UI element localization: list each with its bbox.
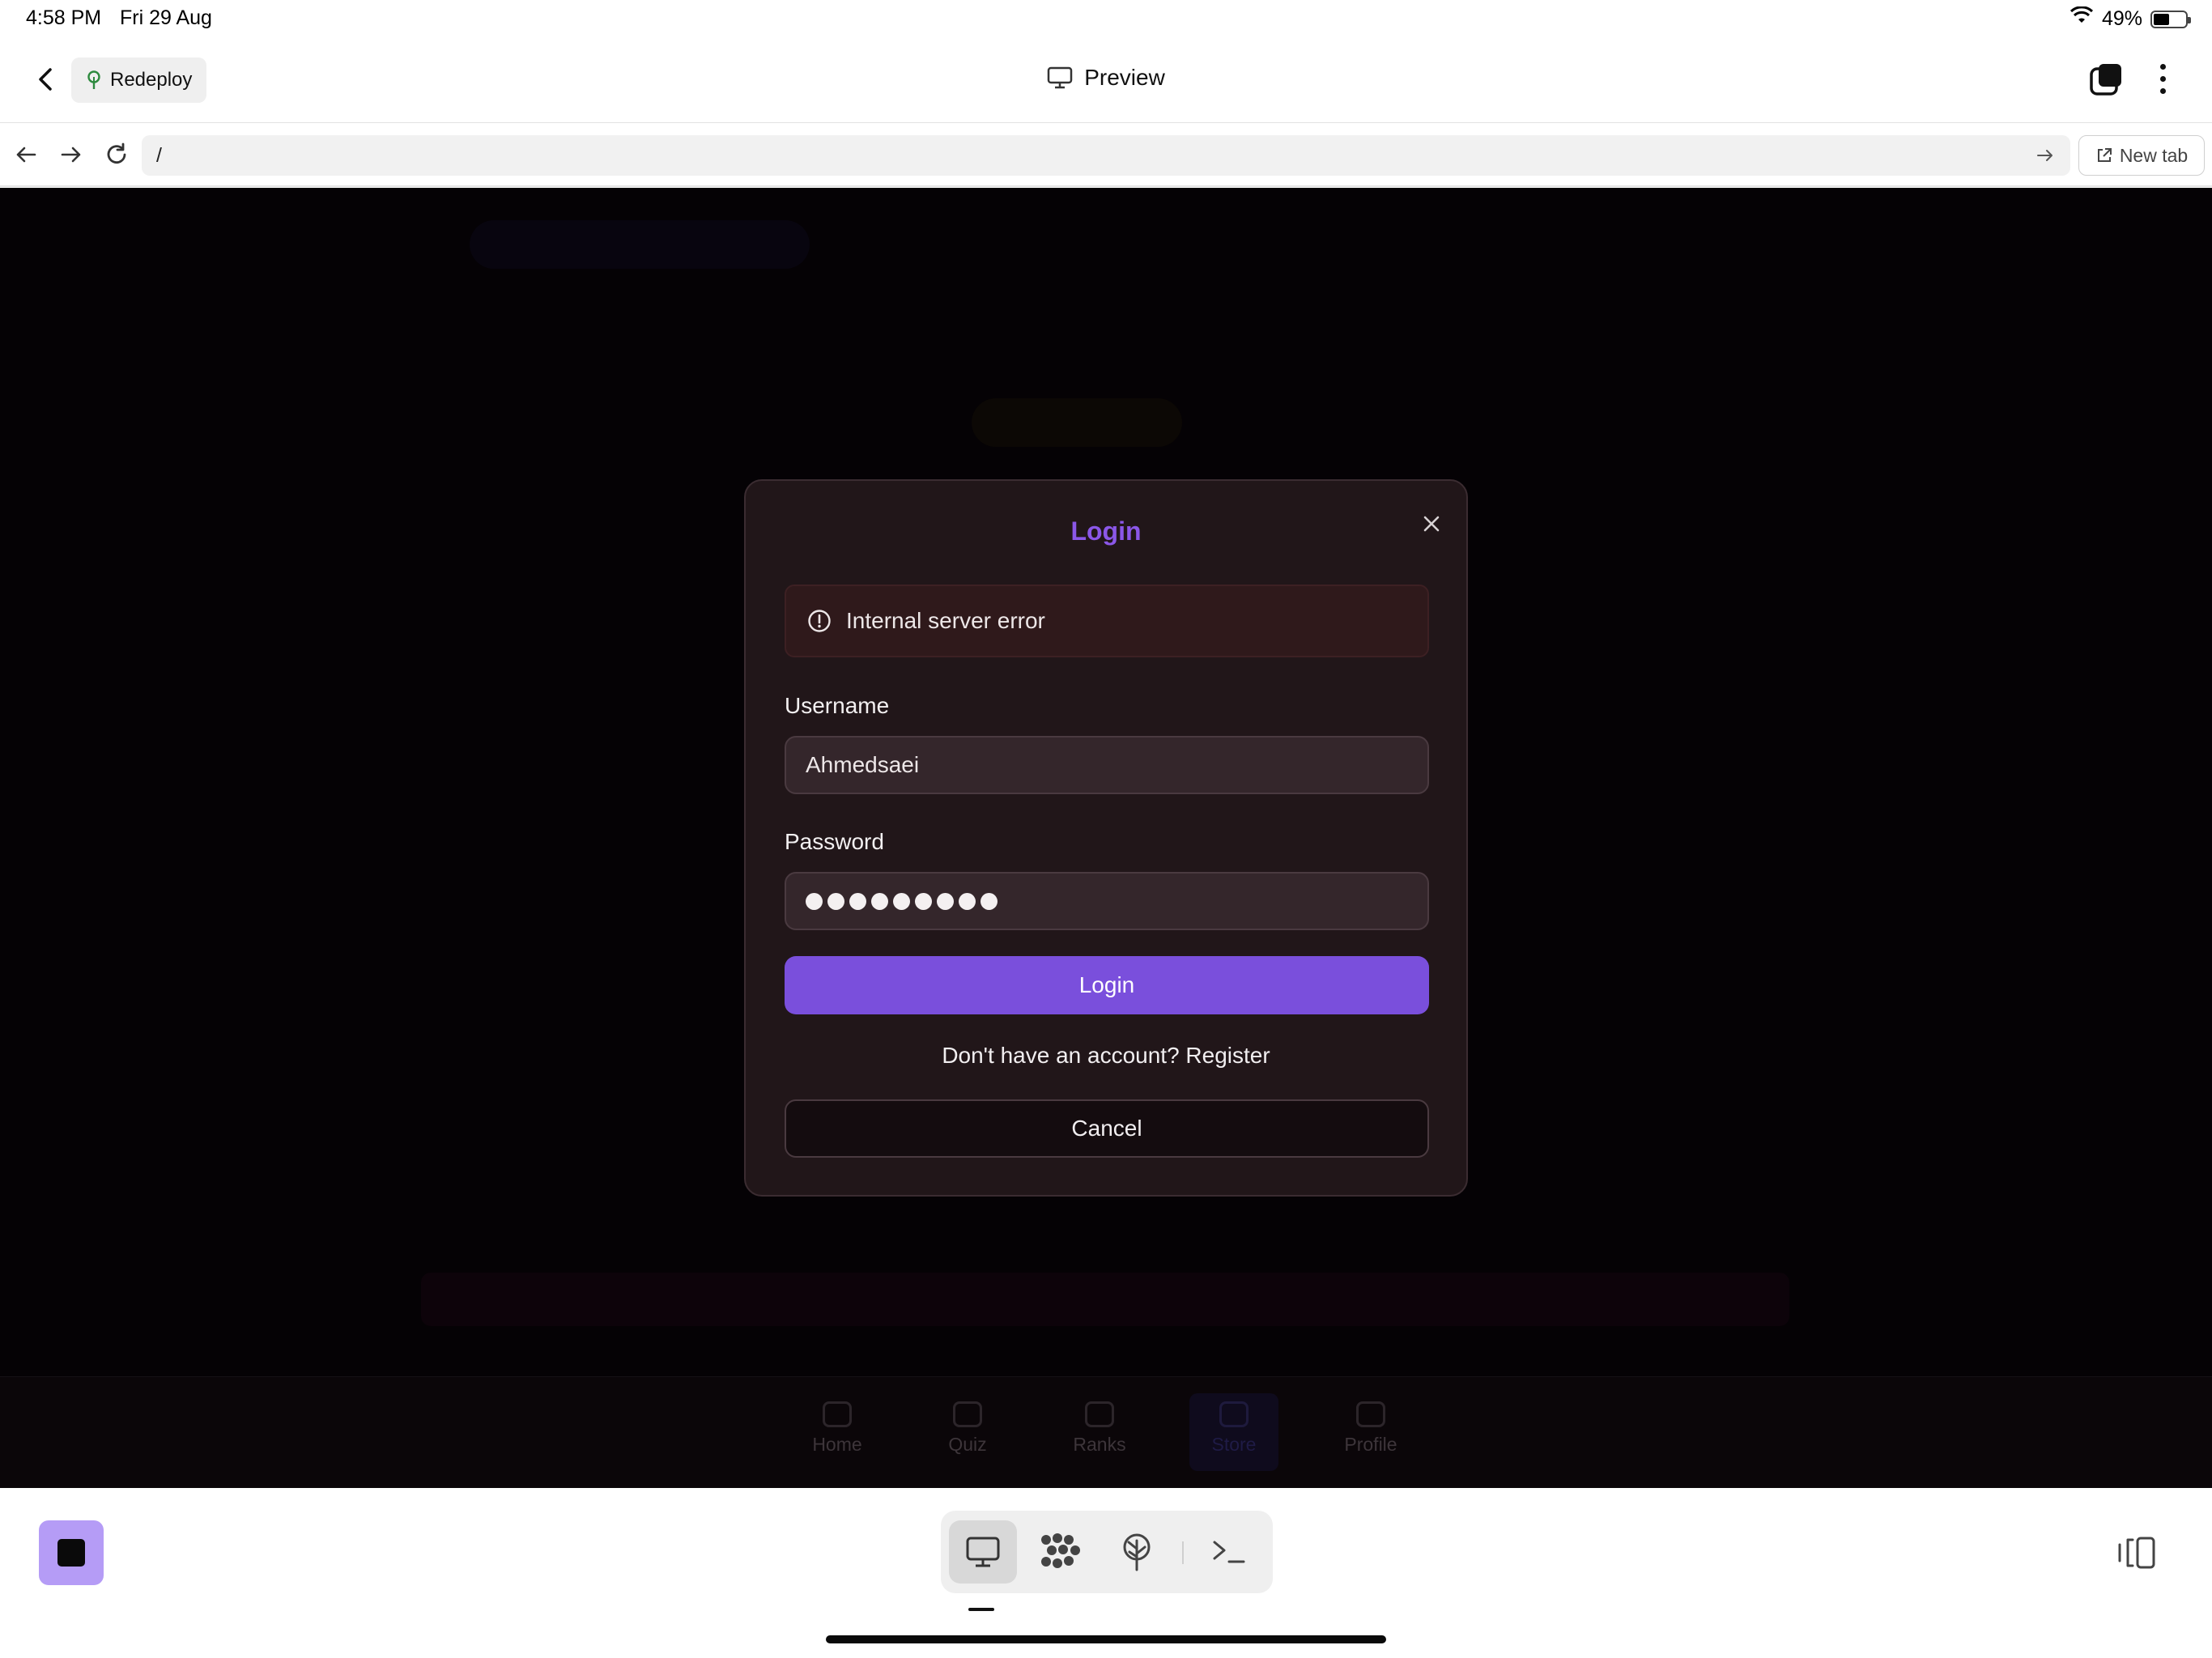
login-button[interactable]: Login bbox=[785, 956, 1429, 1014]
login-modal: Login Internal server error Username Ahm… bbox=[744, 479, 1468, 1197]
reload-icon bbox=[107, 142, 126, 164]
password-dot bbox=[981, 892, 998, 910]
app-tab-label: Store bbox=[1211, 1434, 1257, 1455]
terminal-icon bbox=[1213, 1541, 1245, 1563]
stop-icon bbox=[57, 1539, 85, 1567]
view-switcher bbox=[941, 1511, 1273, 1593]
background-blur bbox=[470, 220, 810, 269]
cluster-icon bbox=[1041, 1533, 1080, 1568]
tabs-icon bbox=[2090, 64, 2121, 96]
background-blur bbox=[421, 1273, 1789, 1326]
arrow-left-icon bbox=[16, 147, 36, 163]
stop-button[interactable] bbox=[39, 1520, 104, 1585]
background-blur bbox=[972, 398, 1182, 447]
deploy-view-button[interactable] bbox=[1103, 1520, 1171, 1584]
username-value: Ahmedsaei bbox=[806, 752, 920, 777]
sidebar-toggle-icon bbox=[2118, 1537, 2155, 1569]
battery-percent: 49% bbox=[2101, 7, 2142, 30]
browser-bar: / New tab bbox=[0, 124, 2212, 187]
active-view-indicator bbox=[968, 1608, 994, 1611]
battery-level bbox=[2154, 13, 2169, 25]
register-link[interactable]: Don't have an account? Register bbox=[746, 1043, 1466, 1069]
deploy-tree-icon bbox=[1123, 1533, 1151, 1571]
password-dot bbox=[937, 892, 954, 910]
status-date: Fri 29 Aug bbox=[120, 6, 212, 29]
password-dot bbox=[827, 892, 844, 910]
app-tab-home[interactable]: Home bbox=[793, 1401, 882, 1456]
password-mask bbox=[806, 892, 998, 910]
page-title: Preview bbox=[0, 65, 2212, 91]
browser-forward-button[interactable] bbox=[57, 140, 86, 169]
status-right: 49% bbox=[2069, 6, 2191, 32]
cancel-button[interactable]: Cancel bbox=[785, 1099, 1429, 1158]
app-tab-label: Quiz bbox=[948, 1434, 987, 1455]
username-label: Username bbox=[785, 693, 890, 718]
password-dot bbox=[893, 892, 910, 910]
play-icon bbox=[953, 1401, 982, 1427]
terminal-view-button[interactable] bbox=[1195, 1520, 1263, 1584]
error-alert: Internal server error bbox=[785, 585, 1429, 657]
browser-back-button[interactable] bbox=[11, 140, 40, 169]
monitor-icon bbox=[966, 1537, 1000, 1567]
home-icon bbox=[823, 1401, 852, 1427]
password-dot bbox=[871, 892, 888, 910]
password-dot bbox=[806, 892, 823, 910]
external-link-icon bbox=[2097, 148, 2112, 162]
coins-icon bbox=[1219, 1401, 1249, 1427]
side-panel-button[interactable] bbox=[2116, 1535, 2157, 1571]
bottom-toolbar bbox=[0, 1488, 2212, 1658]
go-arrow-icon[interactable] bbox=[2035, 145, 2056, 166]
new-tab-button[interactable]: New tab bbox=[2078, 135, 2205, 176]
app-tab-store[interactable]: Store bbox=[1189, 1393, 1278, 1471]
monitor-icon bbox=[1047, 66, 1073, 89]
url-text: / bbox=[156, 143, 162, 167]
modal-title: Login bbox=[1070, 517, 1142, 546]
close-icon bbox=[1423, 516, 1440, 532]
user-icon bbox=[1356, 1401, 1385, 1427]
more-dot-icon bbox=[2159, 63, 2166, 70]
app-tab-profile[interactable]: Profile bbox=[1326, 1401, 1415, 1456]
status-bar: 4:58 PM Fri 29 Aug 49% bbox=[0, 0, 2212, 39]
app-tab-label: Ranks bbox=[1073, 1434, 1126, 1455]
more-dot-icon bbox=[2159, 87, 2166, 94]
reload-button[interactable] bbox=[102, 140, 131, 169]
username-input[interactable]: Ahmedsaei bbox=[785, 736, 1429, 794]
password-dot bbox=[915, 892, 932, 910]
password-label: Password bbox=[785, 829, 884, 854]
page-title-text: Preview bbox=[1084, 65, 1165, 90]
url-input[interactable]: / bbox=[142, 135, 2070, 176]
cluster-view-button[interactable] bbox=[1027, 1520, 1095, 1584]
password-dot bbox=[849, 892, 866, 910]
app-tab-label: Home bbox=[812, 1434, 862, 1455]
password-dot bbox=[959, 892, 976, 910]
home-indicator bbox=[826, 1635, 1386, 1643]
app-tab-quiz[interactable]: Quiz bbox=[923, 1401, 1012, 1456]
app-tab-ranks[interactable]: Ranks bbox=[1055, 1401, 1144, 1456]
password-input[interactable] bbox=[785, 872, 1429, 930]
app-bottom-tabs: Home Quiz Ranks Store Profile bbox=[0, 1376, 2212, 1488]
preview-view-button[interactable] bbox=[949, 1520, 1017, 1584]
app-tab-label: Profile bbox=[1344, 1434, 1397, 1455]
separator bbox=[1182, 1541, 1184, 1564]
more-menu-button[interactable] bbox=[2150, 58, 2175, 99]
error-message: Internal server error bbox=[846, 608, 1045, 633]
alert-circle-icon bbox=[808, 610, 831, 632]
new-tab-label: New tab bbox=[2119, 144, 2189, 166]
more-dot-icon bbox=[2159, 75, 2166, 82]
tabs-button[interactable] bbox=[2089, 62, 2125, 97]
trophy-icon bbox=[1085, 1401, 1114, 1427]
status-time: 4:58 PM bbox=[26, 6, 102, 29]
close-button[interactable] bbox=[1418, 510, 1445, 538]
wifi-icon bbox=[2069, 6, 2094, 32]
battery-icon bbox=[2150, 10, 2191, 28]
arrow-right-icon bbox=[61, 147, 81, 163]
top-nav: Redeploy Preview bbox=[0, 39, 2212, 123]
